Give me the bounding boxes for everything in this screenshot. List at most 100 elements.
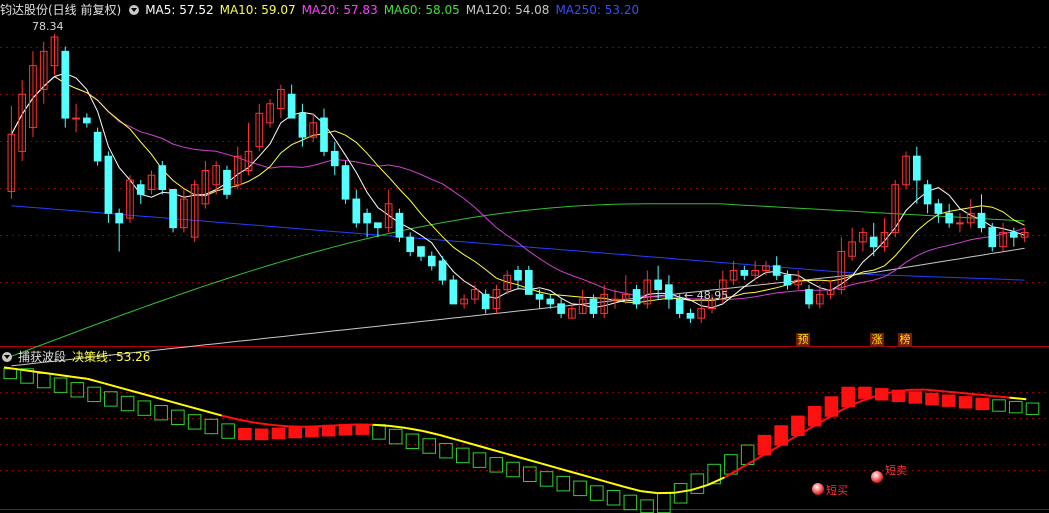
stock-chart[interactable] <box>0 0 1049 513</box>
wave-bar <box>640 499 654 513</box>
candle-body <box>104 155 113 214</box>
wave-bar <box>556 475 571 492</box>
candle-body <box>654 279 662 291</box>
decision-line <box>523 457 541 465</box>
security-title[interactable]: 钧达股份(日线 前复权) <box>0 3 121 17</box>
wave-bar <box>137 400 152 416</box>
wave-bar <box>187 414 202 430</box>
wave-bar <box>70 382 85 398</box>
candle-body <box>136 184 145 195</box>
decision-line <box>1009 396 1027 401</box>
candle-body <box>675 298 684 314</box>
candle-body <box>546 298 555 305</box>
decision-line <box>992 395 1010 399</box>
decision-line <box>70 375 88 380</box>
candle-body <box>115 212 124 224</box>
tag-zhang[interactable]: 涨 <box>870 333 884 347</box>
low-price-label: ← 48.95 <box>684 289 729 302</box>
decision-value: 53.26 <box>116 350 151 364</box>
decision-line <box>406 427 424 433</box>
candle-body <box>956 222 964 225</box>
decision-line <box>925 388 943 393</box>
decision-line <box>20 368 38 373</box>
wave-bar <box>288 426 302 439</box>
decision-line <box>389 424 407 429</box>
decision-line <box>674 489 692 494</box>
candle-body <box>934 203 943 214</box>
ma10-label: MA10: 59.07 <box>219 3 296 17</box>
wave-bar <box>1025 402 1040 415</box>
decision-line <box>255 421 273 427</box>
candle-body <box>438 260 447 281</box>
wave-bar <box>204 418 219 435</box>
candle-body <box>223 169 231 195</box>
candle-body <box>341 165 350 200</box>
price-panel-header: 钧达股份(日线 前复权) MA5: 57.52 MA10: 59.07 MA20: 5… <box>0 1 645 19</box>
wave-bar <box>606 489 621 506</box>
decision-line <box>104 382 122 390</box>
candle-body <box>72 117 80 120</box>
wave-bar <box>958 396 973 409</box>
decision-line <box>456 438 474 446</box>
candle-body <box>427 255 436 267</box>
wave-bar <box>472 452 487 468</box>
ma5-label: MA5: 57.52 <box>145 3 214 17</box>
tag-yu[interactable]: 预 <box>796 333 810 347</box>
buy-signal-label: 短买 <box>826 484 848 497</box>
candle-body <box>923 184 932 205</box>
wave-bar <box>254 428 269 441</box>
decision-line <box>188 405 206 412</box>
decision-line <box>489 448 508 455</box>
candle-body <box>740 270 749 276</box>
wave-bar <box>539 471 554 487</box>
wave-bar <box>372 424 386 440</box>
candle-body <box>352 198 361 224</box>
decision-line <box>942 390 960 394</box>
wave-bar <box>841 386 855 408</box>
wave-bar <box>388 428 403 445</box>
sell-signal-label: 短卖 <box>885 464 907 477</box>
candle-body <box>945 212 953 224</box>
candle-body <box>169 189 177 229</box>
candle-body <box>665 284 673 300</box>
candle-body <box>772 265 781 276</box>
candle-body <box>912 155 921 181</box>
decision-line <box>154 396 172 403</box>
dropdown-icon[interactable] <box>2 352 12 362</box>
wave-bar <box>941 394 956 407</box>
decision-line <box>422 430 440 436</box>
decision-line <box>472 443 491 451</box>
candle-body <box>977 212 986 229</box>
decision-label: 决策线: <box>72 350 113 364</box>
wave-bar <box>171 409 185 426</box>
wave-bar <box>3 368 18 380</box>
candle-body <box>805 289 813 305</box>
candle-body <box>557 303 565 314</box>
dropdown-icon[interactable] <box>129 5 140 15</box>
decision-line <box>690 483 709 492</box>
indicator-panel-header: 捕获波段 决策线: 53.26 <box>0 348 156 366</box>
wave-bar <box>355 423 369 435</box>
buy-signal-icon <box>812 483 824 495</box>
wave-bar <box>908 391 923 404</box>
decision-line <box>54 373 72 378</box>
indicator-title[interactable]: 捕获波段 <box>18 350 66 364</box>
candle-body <box>330 150 339 167</box>
decision-line <box>322 424 340 428</box>
wave-bar <box>439 442 453 459</box>
decision-line <box>372 423 390 427</box>
wave-bar <box>221 423 235 439</box>
candle-body <box>611 298 619 301</box>
decision-line <box>305 425 323 428</box>
decision-line <box>121 387 139 394</box>
candle-body <box>589 298 598 314</box>
candle-body <box>632 289 641 305</box>
decision-line <box>171 400 189 408</box>
tag-bang[interactable]: 榜 <box>898 333 912 347</box>
decision-line <box>439 434 457 441</box>
wave-bar <box>120 395 135 412</box>
candle-body <box>514 270 522 281</box>
wave-bar <box>590 485 604 501</box>
wave-bar <box>1008 400 1023 414</box>
candle-body <box>320 117 328 152</box>
